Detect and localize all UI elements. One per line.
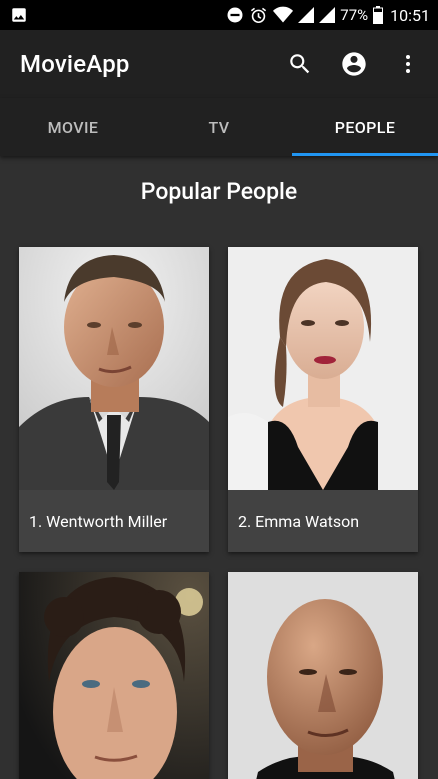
wifi-icon — [273, 6, 294, 24]
status-bar: 77% 10:51 — [0, 0, 438, 30]
tab-movie[interactable]: MOVIE — [0, 98, 146, 156]
alarm-icon — [249, 6, 268, 25]
more-options-button[interactable] — [384, 40, 432, 88]
tab-people[interactable]: PEOPLE — [292, 98, 438, 156]
person-photo — [228, 247, 418, 490]
battery-percent: 77% — [340, 6, 369, 24]
clock: 10:51 — [390, 5, 430, 25]
search-icon — [287, 51, 313, 77]
image-icon — [10, 6, 28, 24]
tab-tv[interactable]: TV — [146, 98, 292, 156]
search-button[interactable] — [276, 40, 324, 88]
account-button[interactable] — [330, 40, 378, 88]
person-card[interactable]: 1. Wentworth Miller — [19, 247, 209, 552]
app-bar: MovieApp — [0, 30, 438, 98]
tab-bar: MOVIE TV PEOPLE — [0, 98, 438, 156]
person-card[interactable] — [228, 572, 418, 779]
app-title: MovieApp — [20, 50, 130, 78]
people-list[interactable]: Popular People 1. Wentworth Miller 2. Em… — [0, 156, 438, 779]
person-card[interactable] — [19, 572, 209, 779]
dnd-icon — [226, 6, 244, 24]
section-title: Popular People — [140, 178, 298, 205]
more-vert-icon — [396, 52, 420, 76]
person-photo — [19, 247, 209, 490]
signal-icon — [298, 7, 315, 23]
account-icon — [340, 50, 368, 78]
signal-icon — [319, 7, 336, 23]
person-photo — [228, 572, 418, 779]
person-name: 2. Emma Watson — [238, 511, 360, 531]
person-name: 1. Wentworth Miller — [29, 511, 168, 531]
battery-icon — [373, 6, 384, 24]
person-photo — [19, 572, 209, 779]
person-card[interactable]: 2. Emma Watson — [228, 247, 418, 552]
